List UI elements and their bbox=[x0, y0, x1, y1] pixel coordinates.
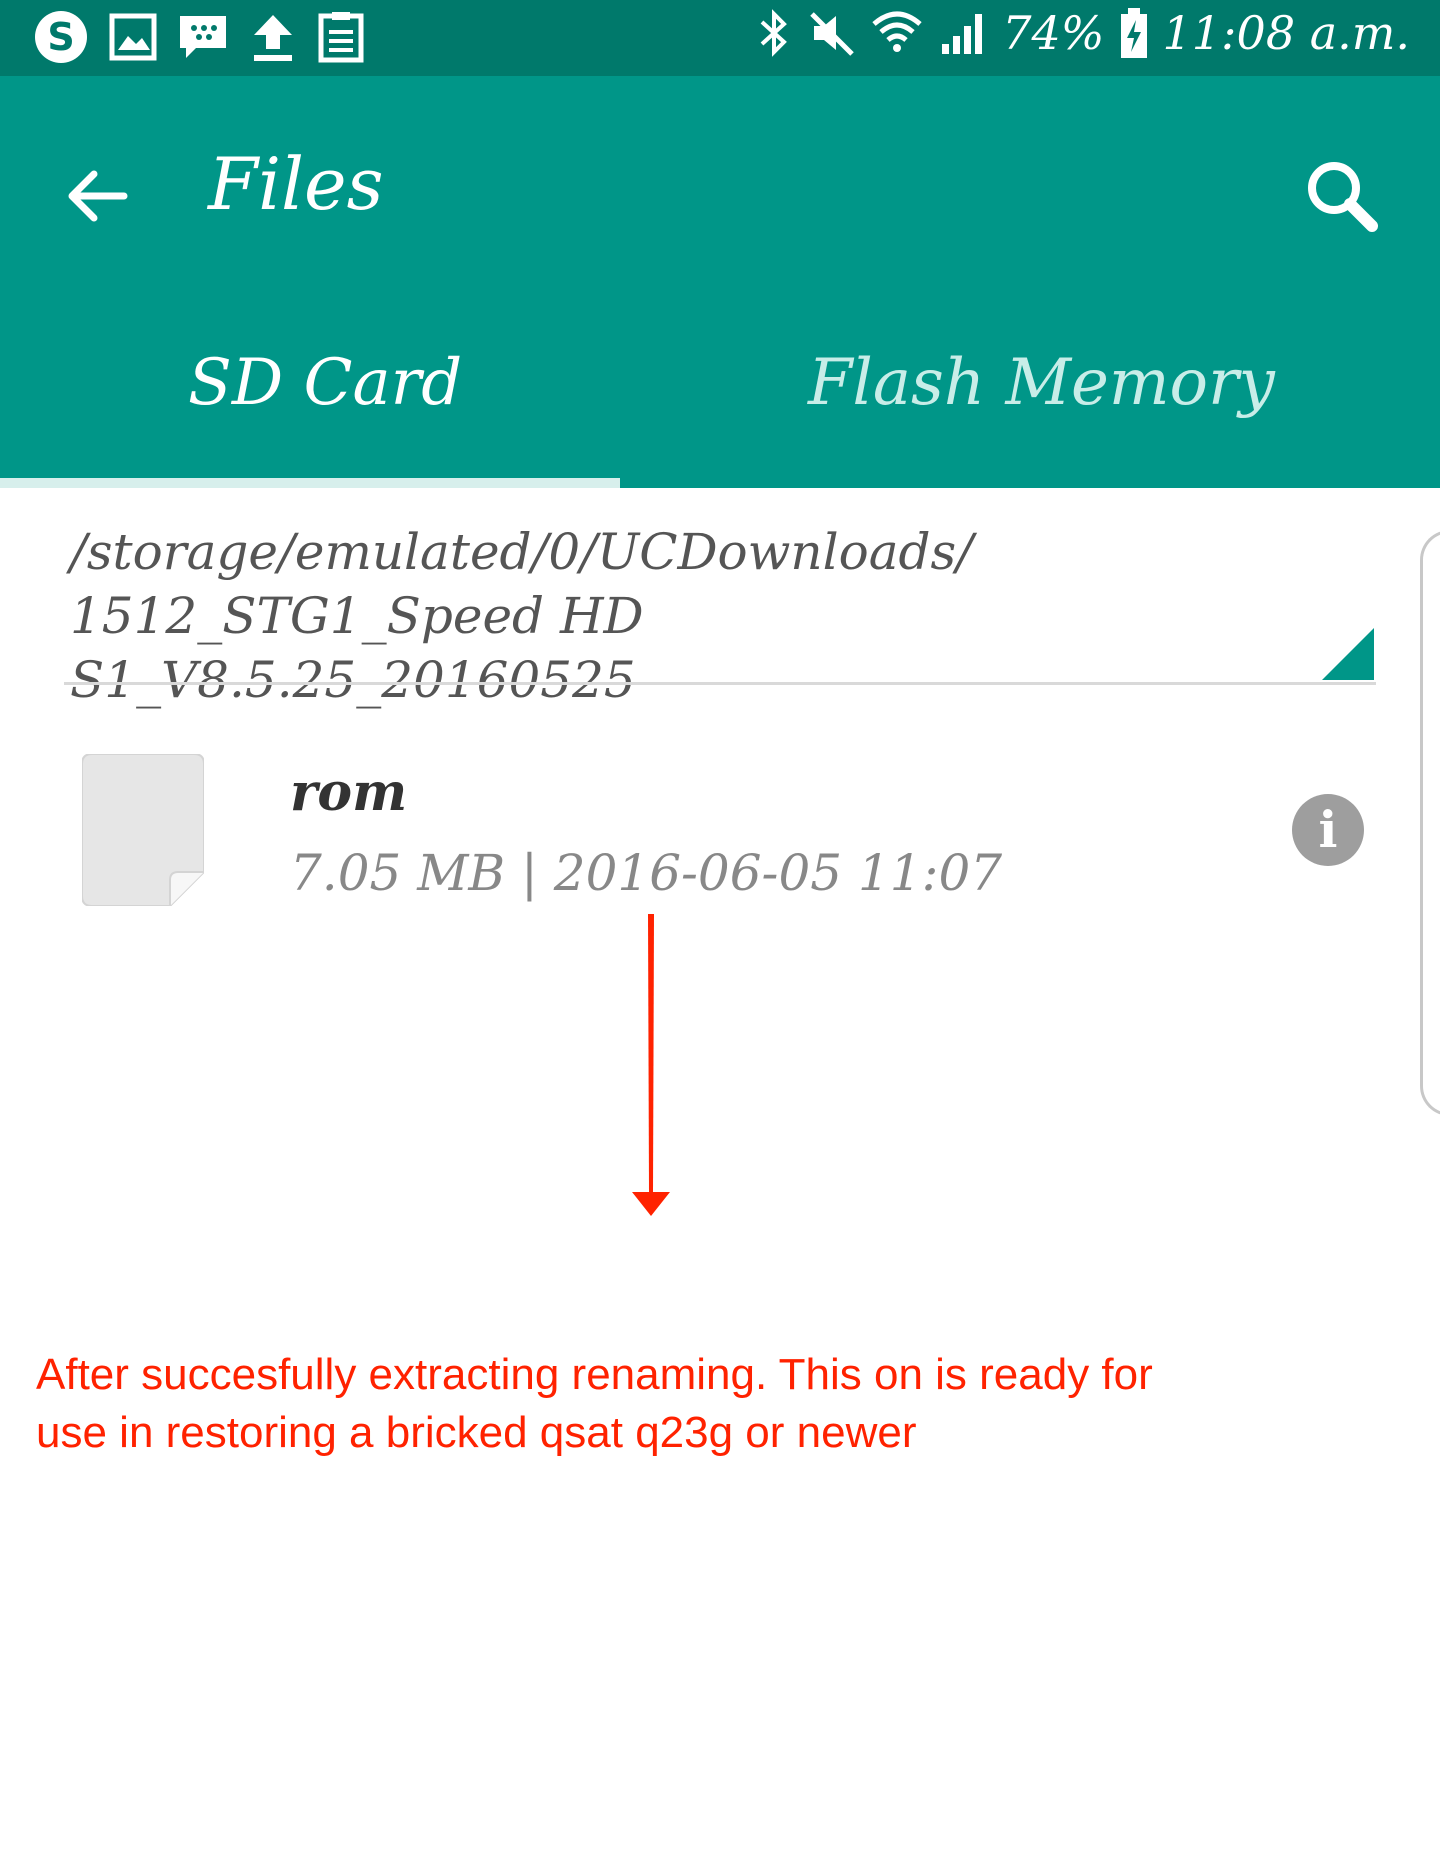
path-underline bbox=[64, 682, 1376, 685]
file-name[interactable]: rom bbox=[290, 762, 407, 823]
skype-icon: S bbox=[35, 11, 87, 63]
signal-icon bbox=[942, 14, 983, 54]
wifi-icon bbox=[872, 11, 922, 52]
path-dropdown-indicator[interactable] bbox=[1322, 628, 1374, 680]
mute-icon bbox=[810, 12, 855, 56]
path-line-2: 1512_STG1_Speed HD S1_V8.5.25_20160525 bbox=[70, 587, 644, 709]
upload-icon bbox=[254, 15, 292, 61]
tab-indicator bbox=[0, 478, 620, 488]
arrow-left-icon bbox=[68, 170, 128, 222]
battery-percent: 74% bbox=[1002, 6, 1105, 60]
info-icon: i bbox=[1318, 800, 1338, 859]
path-line-1: /storage/emulated/0/UCDownloads/ bbox=[70, 523, 974, 581]
bluetooth-icon bbox=[760, 9, 788, 57]
page-title: Files bbox=[208, 142, 384, 226]
status-bar: S 74% 11:08 a.m. bbox=[0, 0, 1440, 76]
annotation-line-1: After succesfully extracting renaming. T… bbox=[36, 1350, 1153, 1399]
edge-panel-handle[interactable] bbox=[1420, 530, 1440, 1116]
back-button[interactable] bbox=[60, 156, 140, 236]
tab-flash-memory[interactable]: Flash Memory bbox=[808, 346, 1275, 420]
file-icon bbox=[81, 753, 205, 907]
bbm-icon bbox=[180, 16, 226, 58]
file-info-button[interactable]: i bbox=[1292, 794, 1364, 866]
clock: 11:08 a.m. bbox=[1162, 6, 1410, 60]
search-button[interactable] bbox=[1298, 152, 1388, 242]
tab-sd-card[interactable]: SD Card bbox=[188, 346, 462, 420]
svg-text:S: S bbox=[47, 15, 74, 59]
search-icon bbox=[1308, 162, 1378, 232]
notification-icons: S bbox=[32, 8, 366, 66]
system-status: 74% 11:08 a.m. bbox=[756, 6, 1410, 60]
gallery-icon bbox=[109, 13, 157, 61]
clipboard-icon bbox=[318, 12, 364, 63]
battery-charging-icon bbox=[1120, 8, 1147, 58]
annotation-line-2: use in restoring a bricked qsat q23g or … bbox=[36, 1408, 917, 1457]
annotation-text: After succesfully extracting renaming. T… bbox=[36, 1346, 1416, 1462]
app-bar: Files SD Card Flash Memory bbox=[0, 76, 1440, 488]
file-meta: 7.05 MB | 2016-06-05 11:07 bbox=[290, 844, 1003, 902]
annotation-arrow-icon bbox=[632, 914, 670, 1216]
